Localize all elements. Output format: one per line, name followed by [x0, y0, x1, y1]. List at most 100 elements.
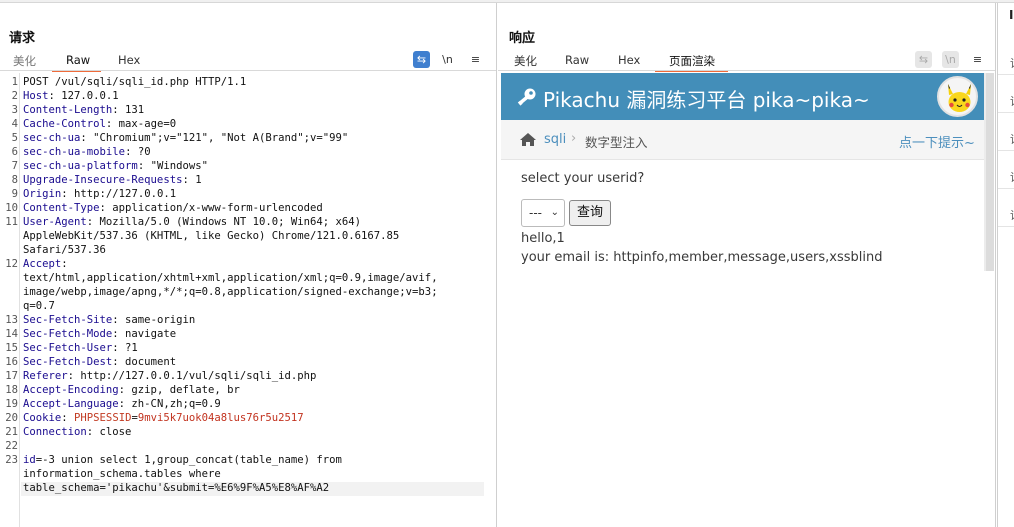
side-panel-item[interactable]: 请	[998, 123, 1014, 151]
wrap-icon-disabled[interactable]: ⇆	[915, 51, 932, 68]
pikachu-icon	[948, 84, 971, 112]
side-panel-item[interactable]: 请	[998, 85, 1014, 113]
token: 9mvi5k7uok04a8lus76r5u2517	[137, 412, 304, 424]
code-text: : gzip, deflate, br	[118, 384, 240, 396]
line-number: 16	[5, 356, 18, 368]
request-tab-raw[interactable]: Raw	[66, 53, 90, 67]
query-button[interactable]: 查询	[569, 200, 611, 226]
result-greeting: hello,1	[521, 231, 565, 246]
code-line: text/html,application/xhtml+xml,applicat…	[23, 272, 438, 284]
line-number: 22	[5, 440, 18, 452]
code-line: Sec-Fetch-Site: same-origin	[23, 314, 195, 326]
code-text: : http://127.0.0.1/vul/sqli/sqli_id.php	[67, 370, 317, 382]
code-text: : zh-CN,zh;q=0.9	[118, 398, 221, 410]
code-line: Content-Length: 131	[23, 104, 144, 116]
side-panel-item[interactable]: 请	[998, 199, 1014, 227]
code-text: POST /vul/sqli/sqli_id.php HTTP/1.1	[23, 76, 247, 88]
header-key: Upgrade-Insecure-Requests	[23, 174, 183, 186]
line-number: 14	[5, 328, 18, 340]
side-panel-title-fragment: I	[1009, 8, 1014, 22]
code-line: Sec-Fetch-User: ?1	[23, 342, 138, 354]
line-number: 8	[11, 174, 18, 186]
code-line: Accept:	[23, 258, 68, 270]
header-key: User-Agent	[23, 216, 87, 228]
home-icon[interactable]	[519, 132, 537, 147]
line-number: 4	[11, 118, 18, 130]
line-number: 23	[5, 454, 18, 466]
code-text: : "Chromium";v="121", "Not A(Brand";v="9…	[80, 132, 349, 144]
line-number: 15	[5, 342, 18, 354]
code-text: : ?1	[112, 342, 138, 354]
menu-icon[interactable]: ≡	[467, 51, 484, 68]
userid-select[interactable]: --- ⌄	[521, 199, 565, 227]
token: id	[23, 454, 36, 466]
rendered-page: Pikachu 漏洞练习平台 pika~pika~ sqli › 数字型注入 点…	[501, 73, 997, 527]
code-line: Host: 127.0.0.1	[23, 90, 119, 102]
line-number: 11	[5, 216, 18, 228]
header-key: sec-ch-ua-platform	[23, 160, 138, 172]
tabs-divider	[0, 70, 496, 71]
line-number: 21	[5, 426, 18, 438]
header-key: sec-ch-ua-mobile	[23, 146, 126, 158]
key-icon	[517, 88, 536, 106]
token: PHPSESSID	[74, 412, 132, 424]
code-line: table_schema='pikachu'&submit=%E6%9F%A5%…	[23, 482, 329, 494]
code-text: : http://127.0.0.1	[61, 188, 177, 200]
header-key: Sec-Fetch-Mode	[23, 328, 113, 340]
header-key: Connection	[23, 426, 87, 438]
code-text: q=0.7	[23, 300, 55, 312]
header-key: Referer	[23, 370, 68, 382]
header-key: Host	[23, 90, 49, 102]
header-key: Sec-Fetch-User	[23, 342, 113, 354]
header-key: Accept	[23, 258, 62, 270]
pikachu-avatar	[937, 76, 978, 117]
breadcrumb-separator: ›	[571, 131, 577, 146]
code-line: Referer: http://127.0.0.1/vul/sqli/sqli_…	[23, 370, 316, 382]
side-panel-item[interactable]: 请	[998, 161, 1014, 189]
pikachu-header: Pikachu 漏洞练习平台 pika~pika~	[501, 73, 990, 120]
code-text: : 127.0.0.1	[48, 90, 119, 102]
header-key: Sec-Fetch-Site	[23, 314, 113, 326]
breadcrumb-link-sqli[interactable]: sqli	[544, 132, 566, 147]
code-text: : 131	[112, 104, 145, 116]
code-text: : same-origin	[112, 314, 196, 326]
select-prompt: select your userid?	[521, 171, 645, 186]
response-tabs-divider	[498, 70, 995, 71]
code-text: : close	[86, 426, 132, 438]
request-tab-pretty[interactable]: 美化	[13, 53, 36, 69]
request-tab-hex[interactable]: Hex	[118, 53, 140, 67]
side-panel-item[interactable]: 请	[998, 47, 1014, 75]
hint-link[interactable]: 点一下提示~	[899, 132, 975, 151]
code-line: id=-3 union select 1,group_concat(table_…	[23, 454, 342, 466]
code-text: information_schema.tables where	[23, 468, 221, 480]
chevron-down-icon: ⌄	[550, 207, 559, 218]
code-text: image/webp,image/apng,*/*;q=0.8,applicat…	[23, 286, 438, 298]
response-tab-raw[interactable]: Raw	[565, 53, 589, 67]
code-line: Accept-Language: zh-CN,zh;q=0.9	[23, 398, 221, 410]
code-line: Sec-Fetch-Mode: navigate	[23, 328, 176, 340]
newline-toggle[interactable]: \n	[439, 51, 456, 68]
code-line: image/webp,image/apng,*/*;q=0.8,applicat…	[23, 286, 438, 298]
header-key: sec-ch-ua	[23, 132, 81, 144]
wrap-icon[interactable]: ⇆	[413, 51, 430, 68]
header-key: Content-Length	[23, 104, 113, 116]
line-number: 1	[11, 76, 18, 88]
request-editor[interactable]: 1 2 3 4 5 6 7 8 9 10 11 12 13 14 15 16 17 18 19 20 21 22 23 PO…	[0, 73, 496, 527]
code-line: Safari/537.36	[23, 244, 106, 256]
line-number: 18	[5, 384, 18, 396]
response-scrollbar-thumb[interactable]	[986, 73, 994, 271]
header-key: Origin	[23, 188, 62, 200]
newline-toggle-disabled[interactable]: \n	[942, 51, 959, 68]
breadcrumb: sqli › 数字型注入 点一下提示~	[501, 120, 986, 160]
select-value: ---	[529, 206, 542, 220]
response-tab-pretty[interactable]: 美化	[514, 53, 537, 69]
request-panel: 请求 美化 Raw Hex ⇆ \n ≡ 1 2 3 4 5 6 7 8 9 10 11 12 13 14…	[0, 3, 497, 527]
header-key: Cache-Control	[23, 118, 106, 130]
line-number: 9	[11, 188, 18, 200]
header-key: Cookie	[23, 412, 62, 424]
code-text: : 1	[182, 174, 202, 186]
response-tab-hex[interactable]: Hex	[618, 53, 640, 67]
response-tab-render[interactable]: 页面渲染	[669, 53, 715, 69]
code-line: AppleWebKit/537.36 (KHTML, like Gecko) C…	[23, 230, 399, 242]
response-menu-icon[interactable]: ≡	[969, 51, 986, 68]
